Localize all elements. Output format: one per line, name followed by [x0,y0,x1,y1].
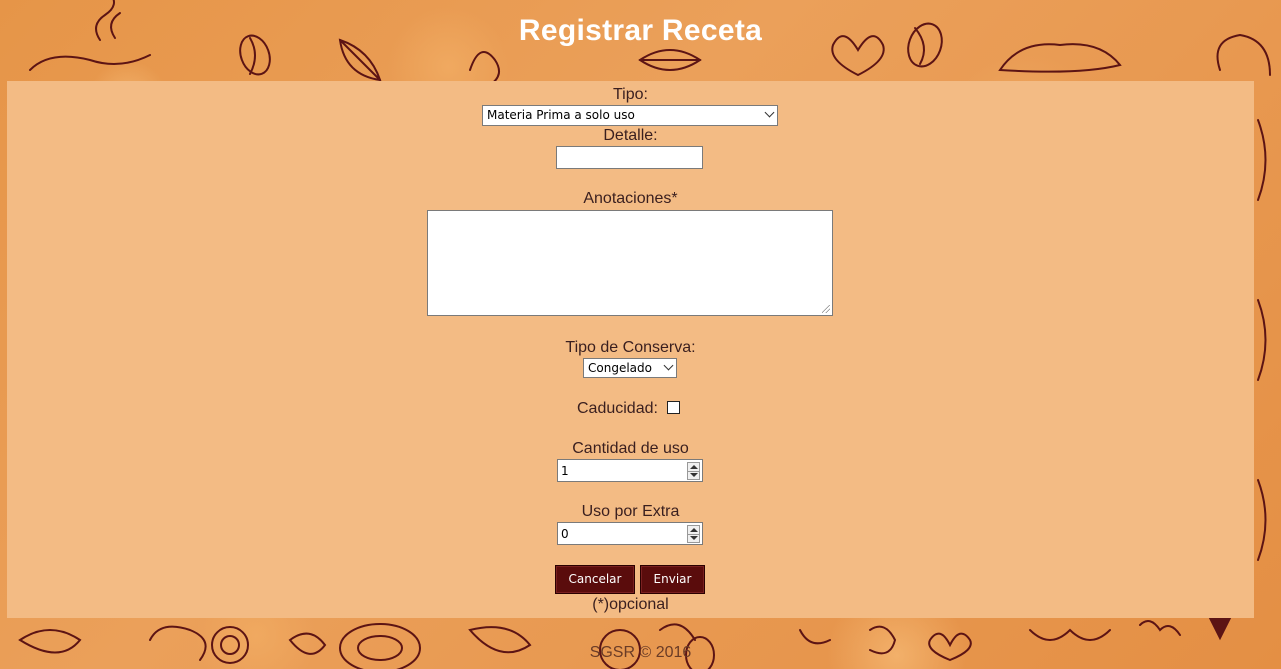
footer-copyright: SGSR © 2016 [589,644,692,661]
recipe-form: Tipo: Materia Prima a solo uso Detalle: … [7,81,1254,618]
caducidad-checkbox[interactable] [667,401,680,414]
cantidad-uso-label: Cantidad de uso [572,440,689,457]
cantidad-uso-input[interactable]: 1 [557,459,703,482]
tipo-select[interactable]: Materia Prima a solo uso [482,105,778,126]
cancel-button[interactable]: Cancelar [555,565,635,594]
uso-extra-label: Uso por Extra [581,503,680,520]
page-title: Registrar Receta [518,14,763,47]
spinner-arrows-icon[interactable] [687,462,700,480]
submit-button[interactable]: Enviar [640,565,705,594]
uso-extra-value: 0 [561,527,569,541]
resize-grip-icon[interactable] [822,305,830,313]
chevron-down-icon [764,107,775,118]
tipo-label: Tipo: [613,86,648,103]
optional-note: (*)opcional [592,596,669,613]
chevron-down-icon [663,360,674,371]
tipo-conserva-select[interactable]: Congelado [583,358,677,378]
cantidad-uso-value: 1 [561,464,569,478]
tipo-conserva-value: Congelado [588,361,652,375]
tipo-select-value: Materia Prima a solo uso [487,108,635,122]
anotaciones-textarea[interactable] [427,210,833,316]
anotaciones-label: Anotaciones* [583,190,678,207]
detalle-label: Detalle: [603,127,658,144]
detalle-input[interactable] [556,146,703,169]
caducidad-label: Caducidad: [577,400,658,417]
spinner-arrows-icon[interactable] [687,525,700,543]
uso-extra-input[interactable]: 0 [557,522,703,545]
tipo-conserva-label: Tipo de Conserva: [565,339,696,356]
